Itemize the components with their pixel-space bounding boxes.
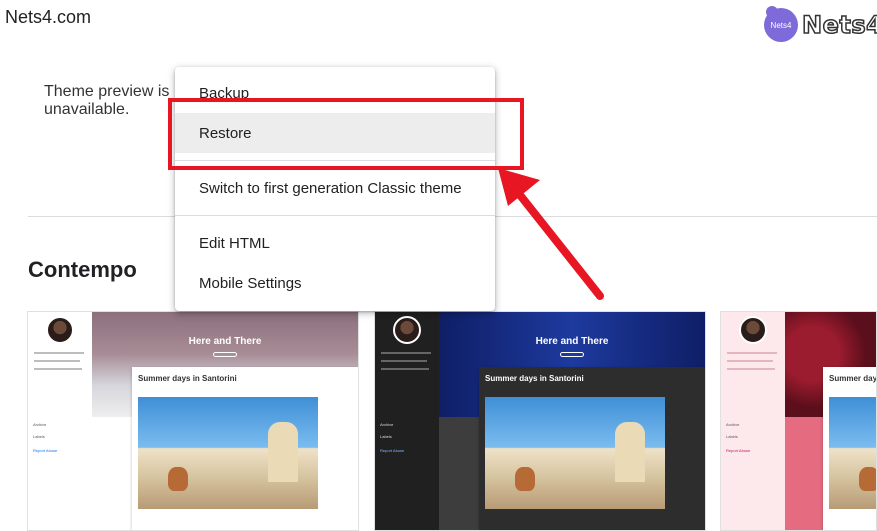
- menu-item-classic-theme[interactable]: Switch to first generation Classic theme: [175, 168, 495, 208]
- sidebar-archive-label: Archive: [726, 422, 740, 427]
- theme-preview-note: Theme preview is unavailable.: [44, 83, 170, 118]
- theme-card-dark[interactable]: Archive Labels Report Abuse Here and The…: [374, 311, 706, 531]
- site-title[interactable]: Nets4.com: [5, 7, 91, 28]
- sidebar-labels-label: Labels: [380, 434, 392, 439]
- nets4-logo: Nets4 Nets4: [764, 6, 877, 42]
- menu-divider: [175, 215, 495, 216]
- sidebar-labels-label: Labels: [33, 434, 45, 439]
- sidebar-labels-label: Labels: [726, 434, 738, 439]
- logo-badge: Nets4: [764, 6, 798, 42]
- card-hero-title: Here and There: [535, 336, 609, 347]
- post-image: [485, 397, 665, 509]
- card-sidebar: Archive Labels Report Abuse: [375, 312, 439, 530]
- card-post-title: Summer days: [829, 374, 877, 383]
- card-post-title: Summer days in Santorini: [485, 374, 584, 383]
- card-hero-button: [560, 352, 584, 357]
- avatar: [739, 316, 767, 344]
- theme-name-heading: Contempo: [28, 257, 137, 282]
- sidebar-report-label: Report Abuse: [33, 448, 58, 453]
- avatar: [393, 316, 421, 344]
- menu-item-edit-html[interactable]: Edit HTML: [175, 223, 495, 263]
- card-sidebar: Archive Labels Report Abuse: [721, 312, 785, 530]
- sidebar-report-label: Report Abuse: [726, 448, 751, 453]
- theme-page: Nets4.com Nets4 Nets4 Theme preview is u…: [0, 0, 877, 531]
- sidebar-archive-label: Archive: [33, 422, 47, 427]
- sidebar-report-label: Report Abuse: [380, 448, 405, 453]
- logo-text: Nets4: [801, 10, 877, 40]
- card-hero-title: Here and There: [188, 336, 262, 347]
- sidebar-archive-label: Archive: [380, 422, 394, 427]
- card-post: Summer days: [823, 367, 877, 530]
- card-post: Summer days in Santorini: [132, 367, 358, 530]
- avatar: [46, 316, 74, 344]
- theme-card-light[interactable]: Archive Labels Report Abuse Here and The…: [27, 311, 359, 531]
- card-hero-button: [213, 352, 237, 357]
- theme-card-pink[interactable]: Archive Labels Report Abuse Summer days: [720, 311, 877, 531]
- menu-item-mobile-settings[interactable]: Mobile Settings: [175, 263, 495, 303]
- card-post: Summer days in Santorini: [479, 367, 705, 530]
- post-image: [829, 397, 876, 509]
- post-image: [138, 397, 318, 509]
- annotation-arrow-icon: [498, 168, 604, 300]
- card-sidebar: Archive Labels Report Abuse: [28, 312, 92, 530]
- card-post-title: Summer days in Santorini: [138, 374, 237, 383]
- annotation-highlight-box: [168, 98, 524, 170]
